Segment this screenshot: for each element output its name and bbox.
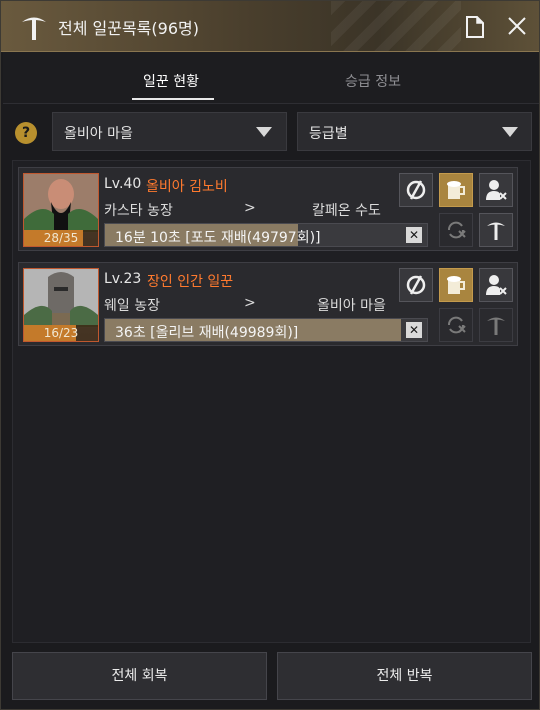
worker-destination: 칼페온 수도: [312, 203, 381, 219]
document-icon[interactable]: [464, 15, 486, 39]
town-select[interactable]: 올비아 마을: [52, 112, 287, 151]
stop-icon: [406, 275, 426, 295]
title-bar[interactable]: 전체 일꾼목록(96명): [1, 1, 539, 52]
worker-card[interactable]: 28/35 Lv.40 올비아 김노비 카스타 농장 > 칼페온 수도 16분 …: [18, 167, 518, 251]
cancel-task-icon[interactable]: ✕: [406, 322, 422, 338]
fire-worker-button[interactable]: [479, 173, 513, 207]
town-select-value: 올비아 마을: [64, 126, 133, 142]
route-arrow: >: [244, 295, 256, 311]
cancel-task-icon[interactable]: ✕: [406, 227, 422, 243]
chevron-down-icon: [502, 127, 518, 137]
task-progress: 16분 10초 [포도 재배(49797회)] ✕: [104, 223, 428, 247]
worker-destination: 올비아 마을: [317, 298, 386, 314]
sort-select-value: 등급별: [309, 126, 348, 142]
pickaxe-icon: [487, 317, 505, 335]
window-title: 전체 일꾼목록(96명): [58, 19, 199, 38]
tab-bar: 일꾼 현황 승급 정보: [3, 52, 539, 104]
title-decoration: [331, 1, 461, 51]
repeat-icon: [448, 316, 466, 334]
worker-farm: 카스타 농장: [104, 203, 173, 219]
task-progress: 36초 [올리브 재배(49989회)] ✕: [104, 318, 428, 342]
chevron-down-icon: [256, 127, 272, 137]
worker-name: 올비아 김노비: [146, 179, 228, 195]
stamina-text: 16/23: [43, 326, 79, 340]
worker-farm: 웨일 농장: [104, 298, 160, 314]
stamina-text: 28/35: [43, 231, 79, 245]
stamina-bar: 28/35: [24, 230, 98, 246]
stamina-bar: 16/23: [24, 325, 98, 341]
remove-user-icon: [486, 180, 507, 200]
repeat-icon: [448, 221, 466, 239]
upgrade-worker-button[interactable]: [479, 213, 513, 247]
pickaxe-icon: [22, 17, 46, 40]
repeat-task-button[interactable]: [439, 308, 473, 342]
repeat-task-button[interactable]: [439, 213, 473, 247]
stop-icon: [406, 180, 426, 200]
stop-worker-button[interactable]: [399, 173, 433, 207]
pickaxe-icon: [487, 222, 505, 240]
worker-name: 장인 인간 일꾼: [147, 274, 234, 290]
beer-mug-icon: [447, 276, 465, 294]
help-icon[interactable]: ?: [15, 122, 37, 144]
task-text: 16분 10초 [포도 재배(49797회)]: [115, 230, 321, 246]
feed-worker-button[interactable]: [439, 173, 473, 207]
sort-select[interactable]: 등급별: [297, 112, 532, 151]
tab-worker-status[interactable]: 일꾼 현황: [131, 71, 211, 91]
task-text: 36초 [올리브 재배(49989회)]: [115, 325, 299, 341]
worker-avatar-icon: [24, 269, 98, 327]
stop-worker-button[interactable]: [399, 268, 433, 302]
tab-promotion-info[interactable]: 승급 정보: [333, 71, 413, 91]
worker-portrait[interactable]: 28/35: [23, 173, 99, 247]
route-arrow: >: [244, 200, 256, 216]
worker-portrait[interactable]: 16/23: [23, 268, 99, 342]
worker-list: 28/35 Lv.40 올비아 김노비 카스타 농장 > 칼페온 수도 16분 …: [12, 160, 531, 643]
recover-all-button[interactable]: 전체 회복: [12, 652, 267, 700]
worker-level: Lv.23: [104, 271, 142, 287]
close-icon[interactable]: [506, 15, 528, 37]
worker-level: Lv.40: [104, 176, 142, 192]
worker-card[interactable]: 16/23 Lv.23 장인 인간 일꾼 웨일 농장 > 올비아 마을 36초 …: [18, 262, 518, 346]
beer-mug-icon: [447, 181, 465, 199]
upgrade-worker-button[interactable]: [479, 308, 513, 342]
worker-avatar-icon: [24, 174, 98, 232]
remove-user-icon: [486, 275, 507, 295]
fire-worker-button[interactable]: [479, 268, 513, 302]
worker-list-window: 전체 일꾼목록(96명) 일꾼 현황 승급 정보 ? 올비아 마을 등급별 28…: [0, 0, 540, 710]
active-tab-indicator: [132, 98, 214, 100]
repeat-all-button[interactable]: 전체 반복: [277, 652, 532, 700]
feed-worker-button[interactable]: [439, 268, 473, 302]
